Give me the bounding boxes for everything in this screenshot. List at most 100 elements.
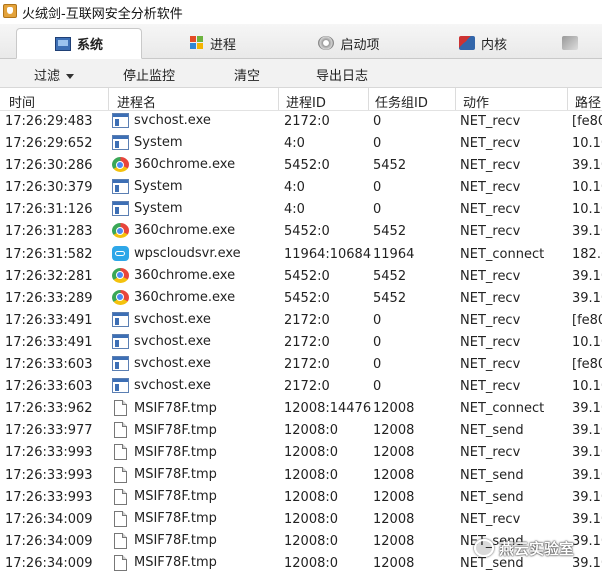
- cell-group-id: 12008: [373, 423, 415, 439]
- cell-group-id: 5452: [373, 158, 407, 174]
- watermark-text: 燕云实验室: [499, 539, 575, 558]
- cell-group-id: 12008: [373, 533, 415, 549]
- tab-more[interactable]: [562, 28, 602, 58]
- app-window-icon: [112, 378, 129, 394]
- cell-pid: 12008:0: [284, 511, 339, 527]
- process-name-text: 360chrome.exe: [134, 223, 236, 239]
- cell-time: 17:26:34:009: [5, 555, 93, 571]
- table-row[interactable]: 17:26:33:993 MSIF78F.tmp 12008:0 12008 NET_r…: [0, 442, 602, 464]
- cell-action: NET_recv: [460, 224, 521, 240]
- cell-pid: 5452:0: [284, 224, 330, 240]
- process-name-text: MSIF78F.tmp: [134, 533, 217, 549]
- cell-pid: 12008:0: [284, 489, 339, 505]
- file-icon: [114, 422, 127, 439]
- cell-path: 39.10: [572, 401, 602, 417]
- process-name-text: MSIF78F.tmp: [134, 555, 217, 571]
- table-row[interactable]: 17:26:30:286 360chrome.exe 5452:0 5452 NET_r…: [0, 155, 602, 177]
- cell-time: 17:26:33:491: [5, 334, 93, 350]
- cell-path: 39.10: [572, 533, 602, 549]
- process-name-text: MSIF78F.tmp: [134, 489, 217, 505]
- cell-process-name: System: [112, 201, 183, 217]
- cell-path: 39.10: [572, 224, 602, 240]
- cell-time: 17:26:29:652: [5, 136, 93, 152]
- cell-time: 17:26:34:009: [5, 511, 93, 527]
- table-row[interactable]: 17:26:33:491 svchost.exe 2172:0 0 NET_recv 10…: [0, 332, 602, 354]
- col-process-name[interactable]: 进程名: [117, 92, 156, 111]
- process-name-text: svchost.exe: [134, 113, 211, 128]
- chrome-browser-icon: [112, 157, 129, 173]
- export-log-button[interactable]: 导出日志: [316, 65, 368, 84]
- table-row[interactable]: 17:26:33:289 360chrome.exe 5452:0 5452 NET_r…: [0, 288, 602, 310]
- cell-path: 10.10: [572, 202, 602, 218]
- table-row[interactable]: 17:26:33:977 MSIF78F.tmp 12008:0 12008 NET_s…: [0, 420, 602, 442]
- chrome-browser-icon: [112, 267, 129, 283]
- cell-action: NET_recv: [460, 357, 521, 373]
- tab-system[interactable]: 系统: [16, 28, 142, 59]
- cell-time: 17:26:31:126: [5, 202, 93, 218]
- tab-process[interactable]: 进程: [150, 28, 276, 58]
- filter-dropdown[interactable]: 过滤: [34, 65, 75, 84]
- table-row[interactable]: 17:26:33:993 MSIF78F.tmp 12008:0 12008 NET_s…: [0, 487, 602, 509]
- cell-group-id: 0: [373, 312, 382, 328]
- table-row[interactable]: 17:26:31:582 wpscloudsvr.exe 11964:10684 11…: [0, 244, 602, 266]
- col-time[interactable]: 时间: [9, 92, 35, 111]
- table-row[interactable]: 17:26:33:993 MSIF78F.tmp 12008:0 12008 NET_s…: [0, 465, 602, 487]
- cell-action: NET_connect: [460, 401, 545, 417]
- tab-kernel[interactable]: 内核: [420, 28, 546, 58]
- cell-time: 17:26:33:993: [5, 489, 93, 505]
- cell-process-name: MSIF78F.tmp: [112, 510, 217, 527]
- watermark: 燕云实验室: [474, 534, 574, 562]
- cell-group-id: 0: [373, 114, 382, 129]
- process-name-text: 360chrome.exe: [134, 157, 236, 173]
- filter-label: 过滤: [34, 69, 61, 84]
- process-name-text: System: [134, 201, 183, 217]
- cell-action: NET_recv: [460, 136, 521, 152]
- event-list: 17:26:29:483 svchost.exe 2172:0 0 NET_recv [f…: [0, 111, 602, 575]
- table-row[interactable]: 17:26:33:962 MSIF78F.tmp 12008:14476 12008 N…: [0, 398, 602, 420]
- table-row[interactable]: 17:26:34:009 MSIF78F.tmp 12008:0 12008 NET_r…: [0, 509, 602, 531]
- cell-pid: 4:0: [284, 136, 305, 152]
- table-row[interactable]: 17:26:29:652 System 4:0 0 NET_recv 10.10: [0, 133, 602, 155]
- table-row[interactable]: 17:26:30:379 System 4:0 0 NET_recv 10.10: [0, 177, 602, 199]
- table-row[interactable]: 17:26:31:126 System 4:0 0 NET_recv 10.10: [0, 199, 602, 221]
- col-action[interactable]: 动作: [463, 92, 489, 111]
- cell-group-id: 0: [373, 180, 382, 196]
- stop-monitor-button[interactable]: 停止监控: [123, 65, 175, 84]
- table-row[interactable]: 17:26:29:483 svchost.exe 2172:0 0 NET_recv [f…: [0, 111, 602, 133]
- table-row[interactable]: 17:26:33:491 svchost.exe 2172:0 0 NET_recv [f…: [0, 310, 602, 332]
- startup-gear-icon: [318, 36, 335, 50]
- col-path[interactable]: 路径: [575, 92, 601, 111]
- table-row[interactable]: 17:26:33:603 svchost.exe 2172:0 0 NET_recv [f…: [0, 354, 602, 376]
- cell-path: 39.10: [572, 445, 602, 461]
- cell-path: 39.10: [572, 467, 602, 483]
- cell-time: 17:26:31:582: [5, 246, 93, 262]
- tab-label: 启动项: [340, 37, 380, 53]
- column-divider[interactable]: [455, 88, 456, 110]
- cell-action: NET_recv: [460, 114, 521, 129]
- column-divider[interactable]: [108, 88, 109, 110]
- tab-startup[interactable]: 启动项: [286, 28, 412, 58]
- cell-group-id: 12008: [373, 489, 415, 505]
- column-divider[interactable]: [278, 88, 279, 110]
- table-header: 时间 进程名 进程ID 任务组ID 动作 路径: [0, 88, 602, 111]
- file-icon: [114, 400, 127, 417]
- process-name-text: 360chrome.exe: [134, 289, 236, 305]
- col-group-id[interactable]: 任务组ID: [375, 92, 428, 111]
- table-row[interactable]: 17:26:33:603 svchost.exe 2172:0 0 NET_recv 10…: [0, 376, 602, 398]
- cell-process-name: svchost.exe: [112, 311, 211, 327]
- clear-button[interactable]: 清空: [234, 65, 260, 84]
- column-divider[interactable]: [368, 88, 369, 110]
- cell-path: 10.10: [572, 136, 602, 152]
- cell-path: 182.6: [572, 246, 602, 262]
- col-pid[interactable]: 进程ID: [286, 92, 326, 111]
- app-window-icon: [112, 333, 129, 349]
- table-row[interactable]: 17:26:32:281 360chrome.exe 5452:0 5452 NET_r…: [0, 266, 602, 288]
- column-divider[interactable]: [567, 88, 568, 110]
- cell-process-name: MSIF78F.tmp: [112, 532, 217, 549]
- cell-pid: 2172:0: [284, 114, 330, 129]
- cell-action: NET_recv: [460, 511, 521, 527]
- cell-pid: 2172:0: [284, 357, 330, 373]
- process-name-text: MSIF78F.tmp: [134, 400, 217, 416]
- table-row[interactable]: 17:26:31:283 360chrome.exe 5452:0 5452 NET_r…: [0, 221, 602, 243]
- process-name-text: svchost.exe: [134, 333, 211, 349]
